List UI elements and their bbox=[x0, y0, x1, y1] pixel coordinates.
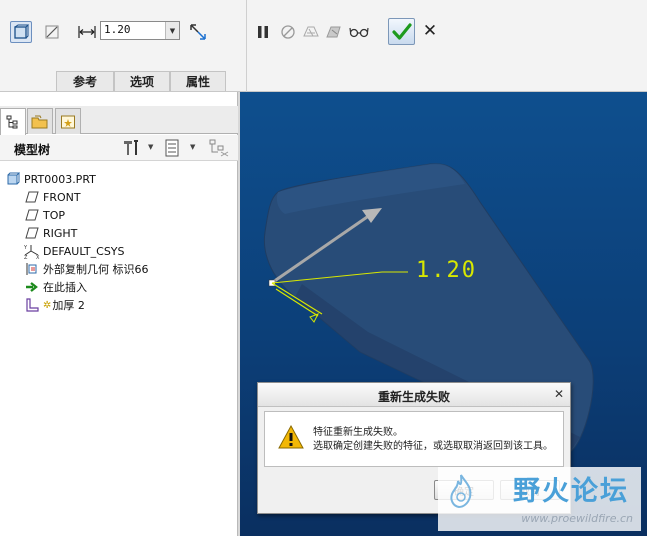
tree-item-label: DEFAULT_CSYS bbox=[43, 244, 125, 258]
svg-text:Z: Z bbox=[24, 255, 28, 259]
dialog-title: 重新生成失败 bbox=[377, 390, 450, 404]
tree-item-label: RIGHT bbox=[43, 226, 78, 240]
model-tree-header: 模型树 ▼ ▼ bbox=[0, 135, 238, 161]
tree-item-insert-here[interactable]: 在此插入 bbox=[24, 279, 87, 295]
tree-item-label: 加厚 2 bbox=[52, 299, 85, 312]
model-navigator: 模型树 ▼ ▼ PRT0003.PRT FRONT TOP RIGHT Y X … bbox=[0, 92, 238, 536]
svg-text:Y: Y bbox=[24, 245, 28, 251]
flip-direction-icon[interactable] bbox=[187, 21, 209, 43]
csys-icon: Y X Z bbox=[24, 243, 40, 259]
datum-plane-icon bbox=[24, 207, 40, 223]
tree-item-external-copy-geom[interactable]: 外部复制几何 标识66 bbox=[24, 261, 149, 277]
watermark-url: www.proewildfire.cn bbox=[521, 512, 633, 525]
tree-item-top[interactable]: TOP bbox=[24, 207, 65, 223]
tree-item-label: TOP bbox=[43, 208, 66, 222]
thickness-dropdown-arrow-icon[interactable]: ▼ bbox=[165, 22, 179, 39]
checkmark-icon bbox=[391, 22, 412, 40]
tree-settings-tools-icon[interactable] bbox=[121, 139, 141, 160]
show-tree-items-icon[interactable] bbox=[164, 139, 180, 160]
model-tree-tab-icon[interactable] bbox=[0, 108, 26, 135]
watermark-title: 野火论坛 bbox=[513, 476, 629, 507]
tree-item-label: 在此插入 bbox=[43, 281, 87, 294]
tree-item-right[interactable]: RIGHT bbox=[24, 225, 77, 241]
svg-text:X: X bbox=[36, 255, 40, 259]
tab-references[interactable]: 参考 bbox=[56, 71, 114, 91]
tree-settings-dropdown-icon[interactable]: ▼ bbox=[148, 143, 153, 151]
tree-item-label: 外部复制几何 标识66 bbox=[43, 263, 149, 276]
watermark-flame-logo-icon bbox=[446, 473, 476, 512]
tree-filter-icon[interactable] bbox=[209, 139, 229, 160]
no-preview-icon[interactable] bbox=[277, 21, 299, 43]
tree-item-front[interactable]: FRONT bbox=[24, 189, 81, 205]
tab-properties[interactable]: 属性 bbox=[170, 71, 226, 91]
navigator-tabs bbox=[0, 106, 238, 135]
part-icon bbox=[5, 171, 21, 187]
tree-item-label: PRT0003.PRT bbox=[24, 172, 96, 186]
thicken-solid-icon[interactable] bbox=[10, 21, 32, 43]
datum-plane-icon bbox=[24, 225, 40, 241]
forum-watermark: 野火论坛 www.proewildfire.cn bbox=[438, 467, 641, 531]
tree-item-label: FRONT bbox=[43, 190, 81, 204]
show-dropdown-icon[interactable]: ▼ bbox=[190, 143, 195, 151]
thicken-dashboard: 1.20 ▼ 参考 选项 属性 ✕ bbox=[0, 0, 647, 92]
tree-item-part[interactable]: PRT0003.PRT bbox=[5, 171, 96, 187]
dashboard-divider bbox=[246, 0, 247, 92]
pause-icon[interactable] bbox=[252, 21, 274, 43]
dialog-close-icon[interactable]: ✕ bbox=[554, 387, 564, 401]
regen-failed-star-icon: ✲ bbox=[43, 299, 52, 311]
favorites-tab-icon[interactable] bbox=[55, 108, 81, 134]
model-tree-title: 模型树 bbox=[14, 143, 51, 157]
dialog-title-bar[interactable]: 重新生成失败 ✕ bbox=[258, 383, 570, 407]
thicken-icon bbox=[24, 297, 40, 313]
dialog-message-line2: 选取确定创建失败的特征，或选取取消返回到该工具。 bbox=[313, 441, 553, 452]
dialog-message-line1: 特征重新生成失败。 bbox=[313, 427, 403, 438]
cancel-feature-button[interactable]: ✕ bbox=[421, 21, 439, 41]
tree-item-default-csys[interactable]: Y X Z DEFAULT_CSYS bbox=[24, 243, 125, 260]
attached-preview-icon[interactable] bbox=[300, 21, 322, 43]
thickness-dimension-label[interactable]: 1.20 bbox=[416, 258, 477, 283]
insert-here-arrow-icon bbox=[24, 279, 40, 295]
warning-icon bbox=[278, 424, 304, 452]
datum-plane-icon bbox=[24, 189, 40, 205]
dialog-body: 特征重新生成失败。 选取确定创建失败的特征，或选取取消返回到该工具。 bbox=[264, 411, 564, 467]
copy-geom-icon bbox=[24, 261, 40, 277]
detached-preview-icon[interactable] bbox=[323, 21, 345, 43]
apply-ok-button[interactable] bbox=[388, 18, 415, 45]
verify-glasses-icon[interactable] bbox=[348, 21, 370, 43]
folder-browser-tab-icon[interactable] bbox=[27, 108, 53, 134]
thicken-cut-icon[interactable] bbox=[41, 21, 63, 43]
tab-options[interactable]: 选项 bbox=[114, 71, 170, 91]
thickness-dimension-icon bbox=[76, 21, 98, 43]
tree-item-thicken[interactable]: ✲ 加厚 2 bbox=[24, 297, 85, 313]
